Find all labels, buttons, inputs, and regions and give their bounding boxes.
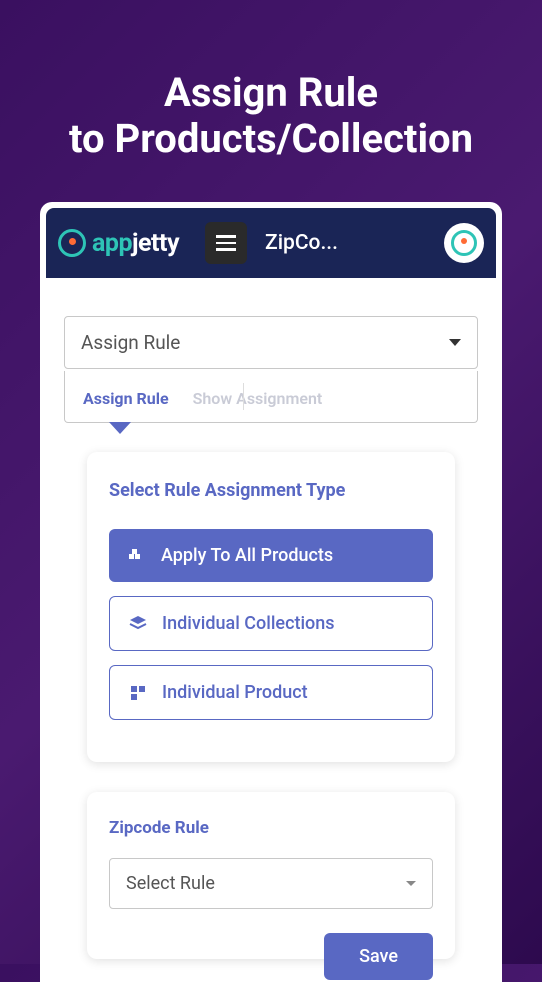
logo-icon <box>58 229 86 257</box>
collections-icon <box>128 614 148 634</box>
assign-rule-dropdown[interactable]: Assign Rule <box>64 316 478 369</box>
product-icon <box>128 683 148 703</box>
rule-assignment-card: Select Rule Assignment Type Apply To All… <box>87 452 455 762</box>
apply-all-products-button[interactable]: Apply To All Products <box>109 529 433 582</box>
device-frame: appjetty ZipCo... Assign Rule Assign R <box>40 202 502 982</box>
hamburger-icon <box>216 235 236 238</box>
tab-assign-rule[interactable]: Assign Rule <box>83 389 169 408</box>
save-button[interactable]: Save <box>324 933 433 980</box>
active-tab-pointer-icon <box>109 422 131 434</box>
select-rule-placeholder: Select Rule <box>126 873 215 894</box>
dropdown-label: Assign Rule <box>81 331 180 354</box>
avatar[interactable] <box>444 223 484 263</box>
appjetty-logo: appjetty <box>58 229 179 258</box>
header-title: ZipCo... <box>265 231 434 255</box>
chevron-down-icon <box>449 339 461 346</box>
menu-button[interactable] <box>205 222 247 264</box>
tab-divider <box>243 383 244 410</box>
chevron-down-icon <box>406 881 416 886</box>
zipcode-title: Zipcode Rule <box>109 818 433 838</box>
avatar-icon <box>451 230 477 256</box>
tabs-container: Assign Rule Show Assignment <box>64 371 478 423</box>
hero-title: Assign Rule to Products/Collection <box>20 70 522 162</box>
device-screen: appjetty ZipCo... Assign Rule Assign R <box>46 208 496 982</box>
assignment-type-title: Select Rule Assignment Type <box>109 480 433 501</box>
logo-text: appjetty <box>92 229 179 258</box>
content-area: Assign Rule Assign Rule Show Assignment … <box>46 278 496 977</box>
hero-section: Assign Rule to Products/Collection <box>0 0 542 202</box>
tabs-row: Assign Rule Show Assignment <box>65 371 477 422</box>
app-header: appjetty ZipCo... <box>46 208 496 278</box>
select-rule-dropdown[interactable]: Select Rule <box>109 858 433 909</box>
products-icon <box>127 546 147 566</box>
tab-show-assignment[interactable]: Show Assignment <box>193 389 323 408</box>
zipcode-rule-card: Zipcode Rule Select Rule Save <box>87 792 455 959</box>
individual-collections-button[interactable]: Individual Collections <box>109 596 433 651</box>
individual-product-button[interactable]: Individual Product <box>109 665 433 720</box>
